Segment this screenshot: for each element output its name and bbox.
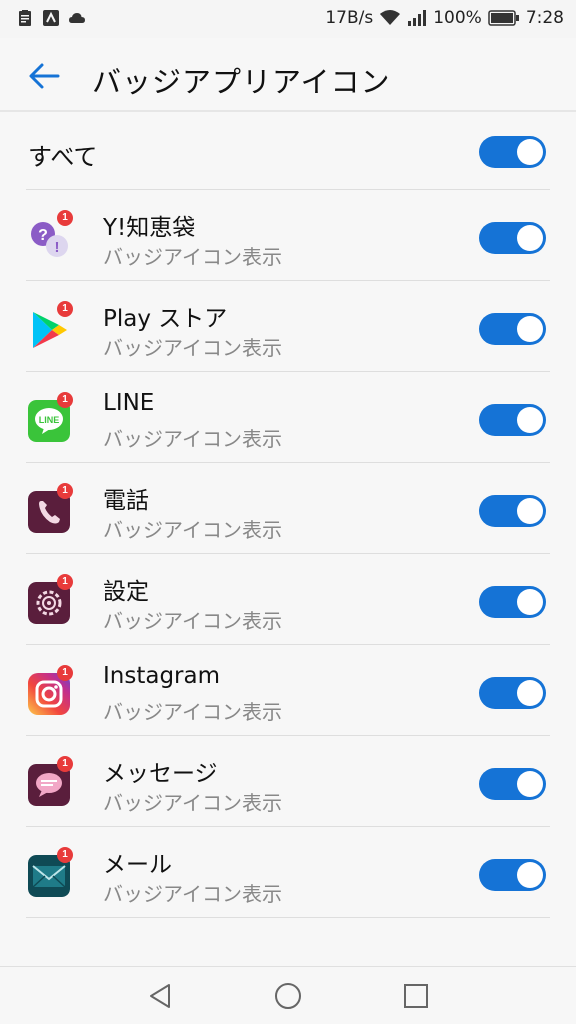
badge-toggle[interactable] <box>479 222 546 254</box>
all-apps-toggle[interactable] <box>479 136 546 168</box>
app-row-play-store[interactable]: 1 Play ストア バッジアイコン表示 <box>26 281 550 372</box>
app-row-line[interactable]: LINE 1 LINE バッジアイコン表示 <box>26 372 550 463</box>
toggle-knob <box>517 680 543 706</box>
battery-percent: 100% <box>433 8 482 28</box>
recents-square-icon[interactable] <box>401 981 431 1011</box>
network-speed: 17B/s <box>325 8 374 28</box>
toggle-knob <box>517 498 543 524</box>
back-triangle-icon[interactable] <box>145 981 175 1011</box>
app-name: LINE <box>103 390 155 416</box>
toggle-knob <box>517 771 543 797</box>
app-row-phone[interactable]: 1 電話 バッジアイコン表示 <box>26 463 550 554</box>
system-nav-bar <box>0 966 576 1024</box>
app-row-messages[interactable]: 1 メッセージ バッジアイコン表示 <box>26 736 550 827</box>
app-subtitle: バッジアイコン表示 <box>103 791 282 815</box>
notification-badge: 1 <box>57 301 73 317</box>
signal-icon <box>408 10 427 26</box>
app-name: メッセージ <box>103 761 218 787</box>
badge-toggle[interactable] <box>479 495 546 527</box>
all-apps-label: すべて <box>28 143 98 171</box>
svg-text:!: ! <box>55 239 60 256</box>
badge-toggle[interactable] <box>479 677 546 709</box>
notification-badge: 1 <box>57 665 73 681</box>
app-name: Y!知恵袋 <box>103 215 196 241</box>
notification-badge: 1 <box>57 392 73 408</box>
app-name: メール <box>103 852 172 878</box>
app-subtitle: バッジアイコン表示 <box>103 518 282 542</box>
notification-badge: 1 <box>57 756 73 772</box>
app-subtitle: バッジアイコン表示 <box>103 245 282 269</box>
app-name: 電話 <box>103 488 149 514</box>
app-subtitle: バッジアイコン表示 <box>103 336 282 360</box>
app-subtitle: バッジアイコン表示 <box>103 882 282 906</box>
notification-badge: 1 <box>57 847 73 863</box>
toggle-knob <box>517 139 543 165</box>
toggle-knob <box>517 225 543 251</box>
toggle-knob <box>517 862 543 888</box>
sync-app-icon <box>43 10 59 26</box>
back-arrow-icon[interactable] <box>26 58 62 94</box>
app-row-instagram[interactable]: 1 Instagram バッジアイコン表示 <box>26 645 550 736</box>
svg-text:LINE: LINE <box>39 415 60 425</box>
clipboard-icon <box>19 10 31 26</box>
app-row-chiebukuro[interactable]: ? ! 1 Y!知恵袋 バッジアイコン表示 <box>26 190 550 281</box>
status-bar: 17B/s 100% 7:28 <box>0 0 576 38</box>
app-name: Play ストア <box>103 306 228 332</box>
app-subtitle: バッジアイコン表示 <box>103 427 282 451</box>
app-name: Instagram <box>103 663 221 689</box>
wifi-icon <box>380 10 401 25</box>
status-right: 17B/s 100% 7:28 <box>325 8 564 28</box>
badge-toggle[interactable] <box>479 586 546 618</box>
all-apps-row[interactable]: すべて <box>26 114 550 190</box>
app-subtitle: バッジアイコン表示 <box>103 700 282 724</box>
page-title: バッジアプリアイコン <box>92 65 391 99</box>
badge-toggle[interactable] <box>479 404 546 436</box>
battery-icon <box>488 10 519 26</box>
badge-toggle[interactable] <box>479 313 546 345</box>
app-name: 設定 <box>103 579 149 605</box>
notification-icons <box>16 9 86 27</box>
badge-settings-list: すべて ? ! 1 Y!知恵袋 バッジアイコン表示 1 Play ストア バッジ… <box>0 114 576 918</box>
notification-badge: 1 <box>57 574 73 590</box>
toggle-knob <box>517 316 543 342</box>
home-circle-icon[interactable] <box>273 981 303 1011</box>
toggle-knob <box>517 589 543 615</box>
notification-badge: 1 <box>57 483 73 499</box>
app-row-mail[interactable]: 1 メール バッジアイコン表示 <box>26 827 550 918</box>
badge-toggle[interactable] <box>479 768 546 800</box>
svg-text:?: ? <box>38 227 48 244</box>
app-bar: バッジアプリアイコン <box>0 38 576 112</box>
clock: 7:28 <box>525 8 564 28</box>
cloud-icon <box>69 13 85 23</box>
notification-badge: 1 <box>57 210 73 226</box>
badge-toggle[interactable] <box>479 859 546 891</box>
app-row-settings[interactable]: 1 設定 バッジアイコン表示 <box>26 554 550 645</box>
toggle-knob <box>517 407 543 433</box>
app-subtitle: バッジアイコン表示 <box>103 609 282 633</box>
